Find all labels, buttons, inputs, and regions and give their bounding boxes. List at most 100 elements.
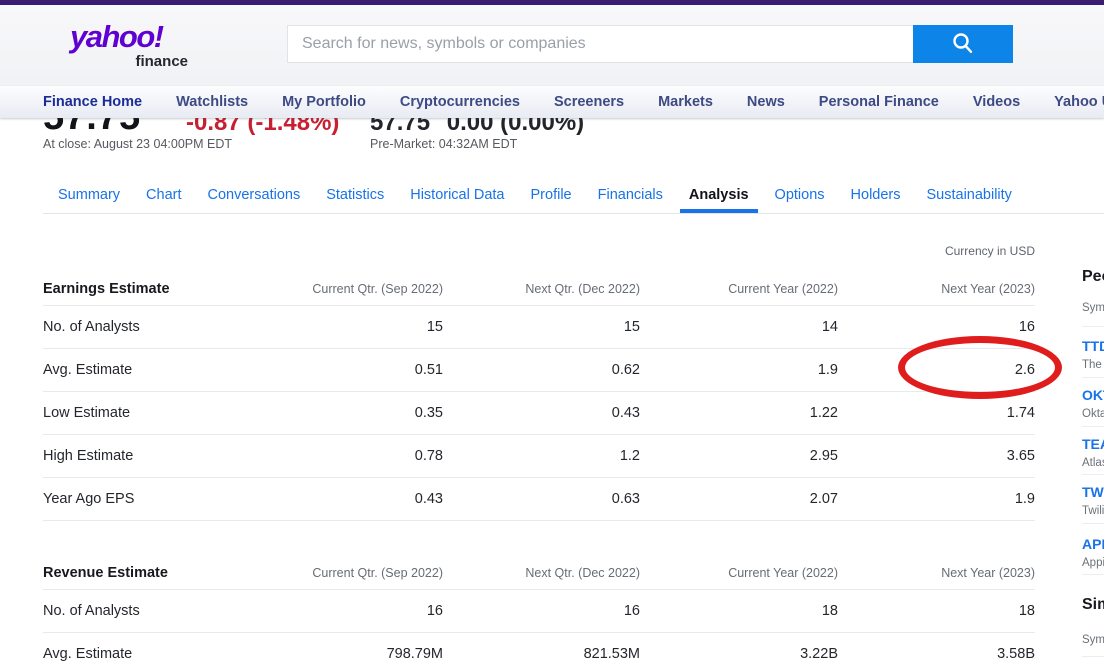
nav-yahoo-u[interactable]: Yahoo U xyxy=(1054,94,1104,110)
sidebar-symbol-team[interactable]: TEAM xyxy=(1082,436,1104,452)
table-row: Avg. Estimate 798.79M 821.53M 3.22B 3.58… xyxy=(43,633,1035,670)
divider xyxy=(1082,574,1104,575)
cell-value: 1.74 xyxy=(1007,405,1035,421)
cell-value: 1.2 xyxy=(620,448,640,464)
sidebar-symbol-okta[interactable]: OKTA xyxy=(1082,387,1104,403)
cell-value: 16 xyxy=(1019,319,1035,335)
cell-value: 0.62 xyxy=(612,362,640,378)
cell-value-circled: 2.6 xyxy=(1015,362,1035,378)
revenue-estimate-table: Revenue Estimate Current Qtr. (Sep 2022)… xyxy=(43,554,1035,670)
table-row: Low Estimate 0.35 0.43 1.22 1.74 xyxy=(43,392,1035,435)
table-row: No. of Analysts 15 15 14 16 xyxy=(43,306,1035,349)
cell-value: 798.79M xyxy=(387,646,443,662)
cell-value: 0.35 xyxy=(415,405,443,421)
nav-cryptocurrencies[interactable]: Cryptocurrencies xyxy=(400,94,520,110)
cell-value: 2.07 xyxy=(810,491,838,507)
people-also-watch-title: People Also Watch xyxy=(1082,268,1104,286)
search-input[interactable] xyxy=(287,25,913,63)
tab-chart[interactable]: Chart xyxy=(146,178,181,213)
cell-value: 0.43 xyxy=(612,405,640,421)
col-next-qtr: Next Qtr. (Dec 2022) xyxy=(525,566,640,580)
cell-value: 0.43 xyxy=(415,491,443,507)
cell-value: 3.58B xyxy=(997,646,1035,662)
similar-section-title: Similar to xyxy=(1082,596,1104,614)
cell-value: 14 xyxy=(822,319,838,335)
nav-watchlists[interactable]: Watchlists xyxy=(176,94,248,110)
col-current-qtr: Current Qtr. (Sep 2022) xyxy=(312,566,443,580)
cell-value: 18 xyxy=(1019,603,1035,619)
revenue-table-header: Revenue Estimate Current Qtr. (Sep 2022)… xyxy=(43,554,1035,590)
table-row: High Estimate 0.78 1.2 2.95 3.65 xyxy=(43,435,1035,478)
cell-value: 15 xyxy=(427,319,443,335)
tab-options[interactable]: Options xyxy=(775,178,825,213)
symbol-column-label: Symbol xyxy=(1082,302,1104,314)
tab-financials[interactable]: Financials xyxy=(598,178,663,213)
tab-analysis[interactable]: Analysis xyxy=(680,178,758,213)
tab-historical-data[interactable]: Historical Data xyxy=(410,178,504,213)
row-label: High Estimate xyxy=(43,448,133,464)
cell-value: 16 xyxy=(624,603,640,619)
earnings-table-title: Earnings Estimate xyxy=(43,281,170,297)
earnings-table-header: Earnings Estimate Current Qtr. (Sep 2022… xyxy=(43,270,1035,306)
sidebar-symbol-appn[interactable]: APPN xyxy=(1082,536,1104,552)
row-label: Avg. Estimate xyxy=(43,362,132,378)
tab-holders[interactable]: Holders xyxy=(851,178,901,213)
search-icon xyxy=(950,31,976,57)
row-label: Low Estimate xyxy=(43,405,130,421)
sidebar-name-twlo: Twilio Inc. xyxy=(1082,505,1104,517)
yahoo-finance-logo[interactable]: yahoo! finance xyxy=(70,19,190,71)
header: yahoo! finance xyxy=(0,5,1104,86)
divider xyxy=(1082,523,1104,524)
nav-my-portfolio[interactable]: My Portfolio xyxy=(282,94,366,110)
nav-videos[interactable]: Videos xyxy=(973,94,1020,110)
tab-sustainability[interactable]: Sustainability xyxy=(927,178,1012,213)
cell-value: 1.22 xyxy=(810,405,838,421)
yahoo-finance-analysis-page: 57.75 -0.87 (-1.48%) 57.75 0.00 (0.00%) … xyxy=(0,0,1104,670)
nav-news[interactable]: News xyxy=(747,94,785,110)
currency-note: Currency in USD xyxy=(945,244,1035,258)
col-next-year: Next Year (2023) xyxy=(941,566,1035,580)
row-label: Avg. Estimate xyxy=(43,646,132,662)
cell-value: 18 xyxy=(822,603,838,619)
quote-tabs: Summary Chart Conversations Statistics H… xyxy=(43,178,1104,214)
sidebar-name-okta: Okta, Inc. xyxy=(1082,408,1104,420)
table-row: No. of Analysts 16 16 18 18 xyxy=(43,590,1035,633)
divider xyxy=(1082,377,1104,378)
logo-yahoo-text: yahoo! xyxy=(70,19,163,54)
earnings-estimate-table: Earnings Estimate Current Qtr. (Sep 2022… xyxy=(43,270,1035,521)
sidebar-name-ttd: The Trade Desk, Inc. xyxy=(1082,359,1104,371)
logo-finance-text: finance xyxy=(135,53,188,70)
cell-value: 0.63 xyxy=(612,491,640,507)
premarket-note: Pre-Market: 04:32AM EDT xyxy=(370,137,517,151)
cell-value: 821.53M xyxy=(584,646,640,662)
col-current-year: Current Year (2022) xyxy=(728,282,838,296)
cell-value: 0.51 xyxy=(415,362,443,378)
at-close-note: At close: August 23 04:00PM EDT xyxy=(43,137,232,151)
symbol-column-label: Symbol xyxy=(1082,634,1104,646)
nav-finance-home[interactable]: Finance Home xyxy=(43,94,142,110)
col-current-year: Current Year (2022) xyxy=(728,566,838,580)
nav-screeners[interactable]: Screeners xyxy=(554,94,624,110)
cell-value: 3.22B xyxy=(800,646,838,662)
divider xyxy=(1082,656,1104,657)
sidebar-symbol-twlo[interactable]: TWLO xyxy=(1082,484,1104,500)
sidebar-name-appn: Appian Corporation xyxy=(1082,557,1104,569)
divider xyxy=(1082,326,1104,327)
cell-value: 16 xyxy=(427,603,443,619)
top-accent-bar xyxy=(0,0,1104,5)
nav-markets[interactable]: Markets xyxy=(658,94,713,110)
row-label: Year Ago EPS xyxy=(43,491,134,507)
row-label: No. of Analysts xyxy=(43,603,140,619)
cell-value: 2.95 xyxy=(810,448,838,464)
cell-value: 3.65 xyxy=(1007,448,1035,464)
table-row: Year Ago EPS 0.43 0.63 2.07 1.9 xyxy=(43,478,1035,521)
tab-profile[interactable]: Profile xyxy=(531,178,572,213)
tab-summary[interactable]: Summary xyxy=(58,178,120,213)
tab-conversations[interactable]: Conversations xyxy=(208,178,301,213)
revenue-table-title: Revenue Estimate xyxy=(43,565,168,581)
tab-statistics[interactable]: Statistics xyxy=(326,178,384,213)
table-row: Avg. Estimate 0.51 0.62 1.9 2.6 xyxy=(43,349,1035,392)
nav-personal-finance[interactable]: Personal Finance xyxy=(819,94,939,110)
sidebar-symbol-ttd[interactable]: TTD xyxy=(1082,338,1104,354)
search-button[interactable] xyxy=(913,25,1013,63)
